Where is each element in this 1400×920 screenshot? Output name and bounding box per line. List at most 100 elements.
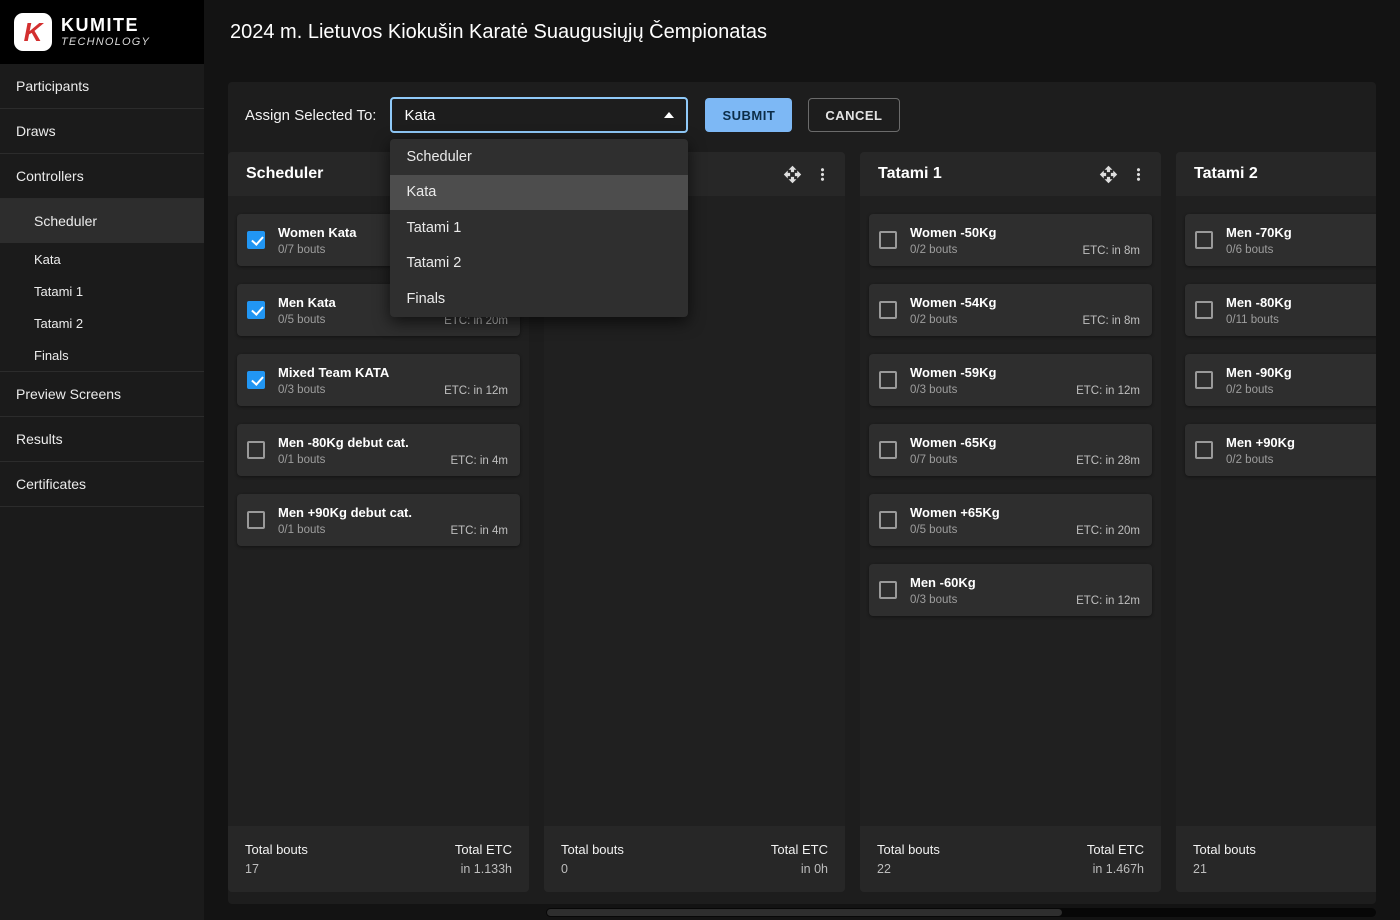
sidebar-item-kata[interactable]: Kata bbox=[0, 243, 204, 275]
total-etc-value: in 1.467h bbox=[1087, 862, 1144, 876]
option-tatami-1[interactable]: Tatami 1 bbox=[390, 210, 688, 246]
card-title: Women -65Kg bbox=[910, 435, 1140, 450]
category-card[interactable]: Women -50Kg 0/2 bouts ETC: in 8m bbox=[869, 214, 1152, 266]
sidebar-item-tatami-2[interactable]: Tatami 2 bbox=[0, 307, 204, 339]
card-title: Men +90Kg debut cat. bbox=[278, 505, 508, 520]
checkbox[interactable] bbox=[1195, 441, 1213, 459]
card-bouts: 0/6 bouts bbox=[1226, 244, 1376, 256]
sidebar-item-scheduler[interactable]: Scheduler bbox=[0, 199, 204, 243]
assign-bar: Assign Selected To: Kata Scheduler Kata … bbox=[228, 82, 1376, 148]
checkbox[interactable] bbox=[879, 441, 897, 459]
app-logo: K KUMITE TECHNOLOGY bbox=[0, 0, 204, 64]
category-card[interactable]: Men -90Kg 0/2 bouts bbox=[1185, 354, 1376, 406]
checkbox[interactable] bbox=[1195, 371, 1213, 389]
category-card[interactable]: Men -80Kg 0/11 bouts bbox=[1185, 284, 1376, 336]
checkbox[interactable] bbox=[879, 511, 897, 529]
card-title: Men -80Kg debut cat. bbox=[278, 435, 508, 450]
total-bouts-label: Total bouts bbox=[561, 842, 624, 857]
sidebar-item-draws[interactable]: Draws bbox=[0, 109, 204, 154]
category-card[interactable]: Women +65Kg 0/5 bouts ETC: in 20m bbox=[869, 494, 1152, 546]
kebab-menu-icon[interactable] bbox=[1125, 161, 1151, 187]
card-title: Men +90Kg bbox=[1226, 435, 1376, 450]
total-bouts-label: Total bouts bbox=[1193, 842, 1256, 857]
card-etc: ETC: in 12m bbox=[1076, 385, 1140, 397]
card-etc: ETC: in 20m bbox=[444, 315, 508, 327]
category-card[interactable]: Men +90Kg debut cat. 0/1 bouts ETC: in 4… bbox=[237, 494, 520, 546]
checkbox[interactable] bbox=[879, 301, 897, 319]
column-title: Tatami 1 bbox=[878, 165, 1091, 183]
logo-k-icon: K bbox=[14, 13, 52, 51]
kebab-menu-icon[interactable] bbox=[809, 161, 835, 187]
cancel-button[interactable]: CANCEL bbox=[808, 98, 899, 132]
total-etc-label: Total ETC bbox=[771, 842, 828, 857]
sidebar-item-finals[interactable]: Finals bbox=[0, 339, 204, 372]
column-header: Tatami 1 bbox=[860, 152, 1161, 196]
card-title: Men -70Kg bbox=[1226, 225, 1376, 240]
checkbox[interactable] bbox=[247, 231, 265, 249]
card-title: Mixed Team KATA bbox=[278, 365, 508, 380]
total-etc-label: Total ETC bbox=[1087, 842, 1144, 857]
page-header: 2024 m. Lietuvos Kiokušin Karatė Suaugus… bbox=[204, 0, 1400, 64]
category-card[interactable]: Women -54Kg 0/2 bouts ETC: in 8m bbox=[869, 284, 1152, 336]
total-bouts-label: Total bouts bbox=[245, 842, 308, 857]
category-card[interactable]: Men -60Kg 0/3 bouts ETC: in 12m bbox=[869, 564, 1152, 616]
checkbox[interactable] bbox=[1195, 301, 1213, 319]
horizontal-scrollbar-thumb[interactable] bbox=[547, 909, 1062, 916]
checkbox[interactable] bbox=[247, 511, 265, 529]
checkbox[interactable] bbox=[879, 581, 897, 599]
checkbox[interactable] bbox=[247, 441, 265, 459]
total-bouts-label: Total bouts bbox=[877, 842, 940, 857]
sidebar-item-participants[interactable]: Participants bbox=[0, 64, 204, 109]
card-title: Women -54Kg bbox=[910, 295, 1140, 310]
move-icon[interactable] bbox=[779, 161, 805, 187]
submit-button[interactable]: SUBMIT bbox=[705, 98, 792, 132]
category-card[interactable]: Men -80Kg debut cat. 0/1 bouts ETC: in 4… bbox=[237, 424, 520, 476]
sidebar-item-certificates[interactable]: Certificates bbox=[0, 462, 204, 507]
card-bouts: 0/11 bouts bbox=[1226, 314, 1376, 326]
card-title: Men -80Kg bbox=[1226, 295, 1376, 310]
column-footer: Total bouts 22 Total ETC in 1.467h bbox=[860, 826, 1161, 892]
move-icon[interactable] bbox=[1095, 161, 1121, 187]
total-bouts-value: 0 bbox=[561, 862, 624, 876]
card-title: Men -60Kg bbox=[910, 575, 1140, 590]
total-etc-label: Total ETC bbox=[455, 842, 512, 857]
checkbox[interactable] bbox=[879, 371, 897, 389]
checkbox[interactable] bbox=[247, 371, 265, 389]
card-title: Men -90Kg bbox=[1226, 365, 1376, 380]
checkbox[interactable] bbox=[879, 231, 897, 249]
card-etc: ETC: in 12m bbox=[444, 385, 508, 397]
option-scheduler[interactable]: Scheduler bbox=[390, 139, 688, 175]
card-bouts: 0/2 bouts bbox=[1226, 384, 1376, 396]
column-footer: Total bouts 21 bbox=[1176, 826, 1376, 892]
chevron-up-icon bbox=[664, 112, 674, 118]
sidebar-item-preview-screens[interactable]: Preview Screens bbox=[0, 372, 204, 417]
card-etc: ETC: in 4m bbox=[450, 525, 508, 537]
option-tatami-2[interactable]: Tatami 2 bbox=[390, 246, 688, 282]
sidebar-item-controllers[interactable]: Controllers bbox=[0, 154, 204, 199]
card-bouts: 0/2 bouts bbox=[1226, 454, 1376, 466]
category-card[interactable]: Women -59Kg 0/3 bouts ETC: in 12m bbox=[869, 354, 1152, 406]
column-footer: Total bouts 0 Total ETC in 0h bbox=[544, 826, 845, 892]
checkbox[interactable] bbox=[1195, 231, 1213, 249]
checkbox[interactable] bbox=[247, 301, 265, 319]
assign-target-select[interactable]: Kata bbox=[390, 97, 688, 133]
total-bouts-value: 17 bbox=[245, 862, 308, 876]
card-etc: ETC: in 20m bbox=[1076, 525, 1140, 537]
option-finals[interactable]: Finals bbox=[390, 281, 688, 317]
page-title: 2024 m. Lietuvos Kiokušin Karatė Suaugus… bbox=[230, 21, 767, 44]
card-title: Women -59Kg bbox=[910, 365, 1140, 380]
sidebar: K KUMITE TECHNOLOGY Participants Draws C… bbox=[0, 0, 204, 920]
column-body: Men -70Kg 0/6 bouts Men -80Kg 0/11 bouts bbox=[1176, 196, 1376, 826]
category-card[interactable]: Women -65Kg 0/7 bouts ETC: in 28m bbox=[869, 424, 1152, 476]
brand-tagline: TECHNOLOGY bbox=[61, 36, 150, 48]
category-card[interactable]: Men -70Kg 0/6 bouts bbox=[1185, 214, 1376, 266]
sidebar-item-tatami-1[interactable]: Tatami 1 bbox=[0, 275, 204, 307]
total-bouts-value: 21 bbox=[1193, 862, 1256, 876]
sidebar-item-results[interactable]: Results bbox=[0, 417, 204, 462]
card-title: Women -50Kg bbox=[910, 225, 1140, 240]
category-card[interactable]: Men +90Kg 0/2 bouts bbox=[1185, 424, 1376, 476]
category-card[interactable]: Mixed Team KATA 0/3 bouts ETC: in 12m bbox=[237, 354, 520, 406]
total-etc-value: in 0h bbox=[771, 862, 828, 876]
horizontal-scrollbar[interactable] bbox=[546, 908, 1376, 917]
option-kata[interactable]: Kata bbox=[390, 175, 688, 211]
